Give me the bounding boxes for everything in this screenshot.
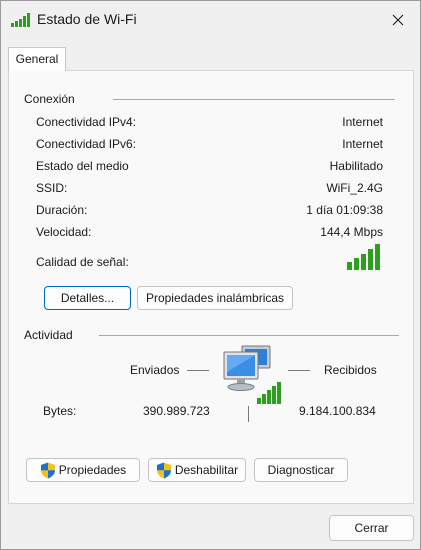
ipv4-label: Conectividad IPv4: [36, 115, 137, 129]
row-media-state: Estado del medio Habilitado [36, 159, 383, 175]
details-button[interactable]: Detalles... [44, 286, 131, 310]
properties-button[interactable]: Propiedades [26, 458, 140, 482]
bytes-sent-value: 390.989.723 [143, 404, 210, 418]
tab-general[interactable]: General [8, 47, 66, 71]
received-line [288, 370, 310, 371]
wifi-status-window: Estado de Wi-Fi General Conexión Conecti… [0, 0, 421, 550]
sent-label: Enviados [130, 363, 180, 377]
close-icon [392, 14, 404, 26]
speed-value: 144,4 Mbps [320, 225, 383, 239]
received-label: Recibidos [324, 363, 377, 377]
row-ipv6: Conectividad IPv6: Internet [36, 137, 383, 153]
bytes-received-value: 9.184.100.834 [299, 404, 376, 418]
signal-quality-icon [347, 244, 380, 270]
diagnose-button[interactable]: Diagnosticar [254, 458, 348, 482]
row-ssid: SSID: WiFi_2.4G [36, 181, 383, 197]
row-speed: Velocidad: 144,4 Mbps [36, 225, 383, 241]
ipv6-value: Internet [342, 137, 383, 151]
wifi-signal-icon [11, 13, 30, 27]
bytes-divider [248, 406, 249, 422]
disable-button[interactable]: Deshabilitar [148, 458, 246, 482]
duration-label: Duración: [36, 203, 88, 217]
uac-shield-icon [156, 462, 171, 478]
connection-heading: Conexión [24, 92, 75, 106]
media-state-label: Estado del medio [36, 159, 129, 173]
row-signal: Calidad de señal: [36, 255, 383, 271]
connection-divider [113, 99, 395, 100]
properties-button-label: Propiedades [58, 463, 127, 477]
disable-button-label: Deshabilitar [174, 463, 239, 477]
signal-quality-label: Calidad de señal: [36, 255, 129, 269]
ssid-value: WiFi_2.4G [326, 181, 383, 195]
speed-label: Velocidad: [36, 225, 92, 239]
ssid-label: SSID: [36, 181, 68, 195]
ipv6-label: Conectividad IPv6: [36, 137, 137, 151]
window-title: Estado de Wi-Fi [37, 11, 137, 27]
title-bar: Estado de Wi-Fi [1, 1, 420, 39]
row-duration: Duración: 1 día 01:09:38 [36, 203, 383, 219]
ipv4-value: Internet [342, 115, 383, 129]
sent-line [187, 370, 209, 371]
row-ipv4: Conectividad IPv4: Internet [36, 115, 383, 131]
close-button[interactable]: Cerrar [329, 515, 414, 541]
wireless-properties-button[interactable]: Propiedades inalámbricas [137, 286, 293, 310]
activity-heading: Actividad [24, 328, 73, 342]
media-state-value: Habilitado [329, 159, 383, 173]
network-computer-icon [223, 345, 281, 404]
bytes-label: Bytes: [43, 404, 77, 418]
duration-value: 1 día 01:09:38 [306, 203, 383, 217]
activity-divider [99, 335, 399, 336]
close-window-button[interactable] [376, 1, 420, 39]
uac-shield-icon [40, 462, 55, 478]
